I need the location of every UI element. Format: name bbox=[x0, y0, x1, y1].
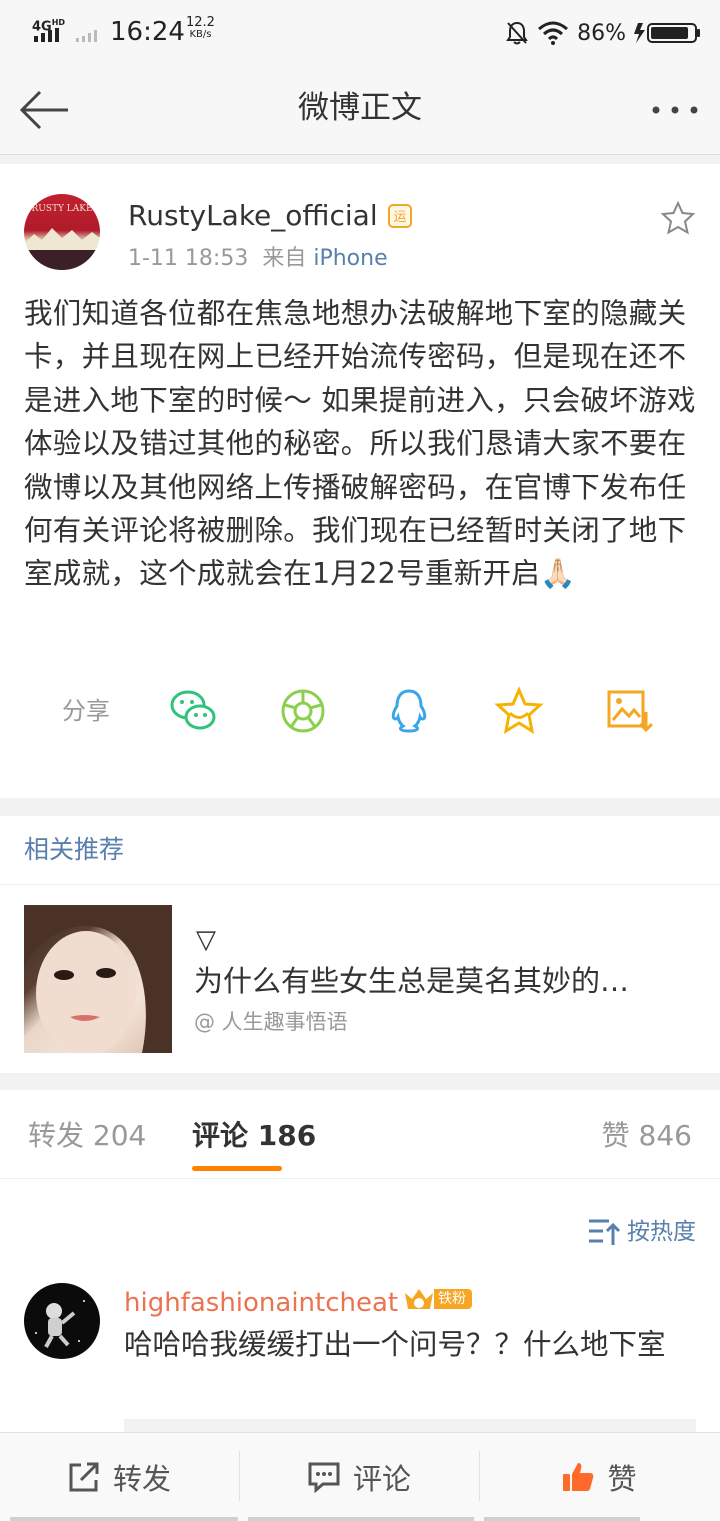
author-avatar[interactable]: RUSTY LAKE bbox=[24, 194, 100, 270]
battery-percent: 86% bbox=[577, 20, 626, 46]
interaction-tabs: 转发 204 评论 186 赞 846 bbox=[0, 1090, 720, 1179]
bottom-action-bar: 转发 评论 赞 bbox=[0, 1432, 720, 1521]
like-label: 赞 bbox=[607, 1462, 637, 1496]
tab-likes[interactable]: 赞 846 bbox=[602, 1116, 692, 1156]
vip-badge: 运 bbox=[388, 204, 412, 228]
comment-icon bbox=[308, 1462, 340, 1493]
qq-icon[interactable] bbox=[384, 686, 434, 736]
crown-icon bbox=[405, 1289, 433, 1309]
post-time: 1-11 18:53 bbox=[128, 246, 249, 271]
tab-comments[interactable]: 评论 186 bbox=[192, 1116, 316, 1156]
more-options-icon[interactable] bbox=[652, 106, 698, 114]
nav-hint-bar bbox=[248, 1517, 474, 1521]
tab-reposts[interactable]: 转发 204 bbox=[28, 1116, 146, 1156]
share-label: 分享 bbox=[62, 697, 110, 725]
signal-secondary-icon bbox=[76, 30, 97, 42]
wifi-icon bbox=[538, 21, 569, 45]
svg-text:RUSTY LAKE: RUSTY LAKE bbox=[31, 204, 92, 214]
comment-button[interactable]: 评论 bbox=[240, 1433, 478, 1521]
post-card: RUSTY LAKE RustyLake_official 运 1-11 18:… bbox=[0, 164, 720, 798]
save-image-icon[interactable] bbox=[604, 686, 654, 736]
like-button[interactable]: 赞 bbox=[480, 1433, 718, 1521]
author-name[interactable]: RustyLake_official bbox=[128, 196, 378, 236]
active-tab-indicator bbox=[192, 1166, 282, 1171]
post-meta: 1-11 18:53 来自 iPhone bbox=[128, 244, 388, 274]
wechat-icon[interactable] bbox=[168, 686, 218, 736]
commenter-name[interactable]: highfashionaintcheat bbox=[124, 1285, 398, 1321]
commenter-avatar[interactable] bbox=[24, 1283, 100, 1359]
nav-bar: 微博正文 bbox=[0, 66, 720, 155]
status-bar: 4GHD 16:24 12.2 KB/s 86% bbox=[0, 0, 720, 66]
post-source: iPhone bbox=[313, 246, 388, 271]
rusty-lake-logo: RUSTY LAKE bbox=[24, 204, 100, 270]
related-item[interactable]: ▽ 为什么有些女生总是莫名其妙的… @ 人生趣事悟语 bbox=[0, 885, 720, 1073]
nav-hint-bar bbox=[484, 1517, 640, 1521]
favorite-star-icon[interactable] bbox=[660, 200, 696, 236]
moments-icon[interactable] bbox=[278, 686, 328, 736]
sort-button[interactable]: 按热度 bbox=[587, 1215, 696, 1249]
related-item-title: 为什么有些女生总是莫名其妙的… bbox=[194, 964, 630, 998]
source-prefix: 来自 bbox=[262, 246, 307, 271]
sort-label: 按热度 bbox=[627, 1219, 696, 1245]
status-right: 86% bbox=[505, 18, 702, 48]
related-header: 相关推荐 bbox=[0, 816, 720, 885]
sort-icon bbox=[589, 1219, 621, 1245]
repost-button[interactable]: 转发 bbox=[0, 1433, 238, 1521]
related-marker: ▽ bbox=[196, 925, 216, 955]
comment-text: 哈哈哈我缓缓打出一个问号？？什么地下室 bbox=[124, 1328, 666, 1361]
page-title: 微博正文 bbox=[298, 90, 422, 126]
thumbs-up-icon bbox=[563, 1463, 594, 1491]
repost-icon bbox=[69, 1462, 99, 1492]
signal-icon bbox=[34, 28, 59, 42]
astronaut-image bbox=[35, 1300, 85, 1348]
portrait-image bbox=[24, 905, 172, 1053]
fan-badge-label: 铁粉 bbox=[434, 1289, 472, 1309]
network-speed: 12.2 KB/s bbox=[186, 15, 215, 40]
collect-star-icon[interactable] bbox=[494, 686, 544, 736]
related-title: 相关推荐 bbox=[24, 835, 125, 864]
battery-charging-icon bbox=[634, 23, 700, 43]
related-item-source: @ 人生趣事悟语 bbox=[194, 1010, 348, 1034]
comments-section: 按热度 highfashionaintcheat 铁粉 哈哈哈我缓缓打出一个问号… bbox=[0, 1179, 720, 1449]
comment-label: 评论 bbox=[352, 1462, 411, 1496]
nav-hint-bar bbox=[10, 1517, 238, 1521]
mute-bell-icon bbox=[506, 21, 528, 45]
clock: 16:24 bbox=[110, 17, 185, 47]
post-body: 我们知道各位都在焦急地想办法破解地下室的隐藏关卡，并且现在网上已经开始流传密码，… bbox=[24, 297, 696, 591]
related-thumbnail bbox=[24, 905, 172, 1053]
fan-badge: 铁粉 bbox=[402, 1285, 472, 1313]
repost-label: 转发 bbox=[112, 1462, 171, 1496]
